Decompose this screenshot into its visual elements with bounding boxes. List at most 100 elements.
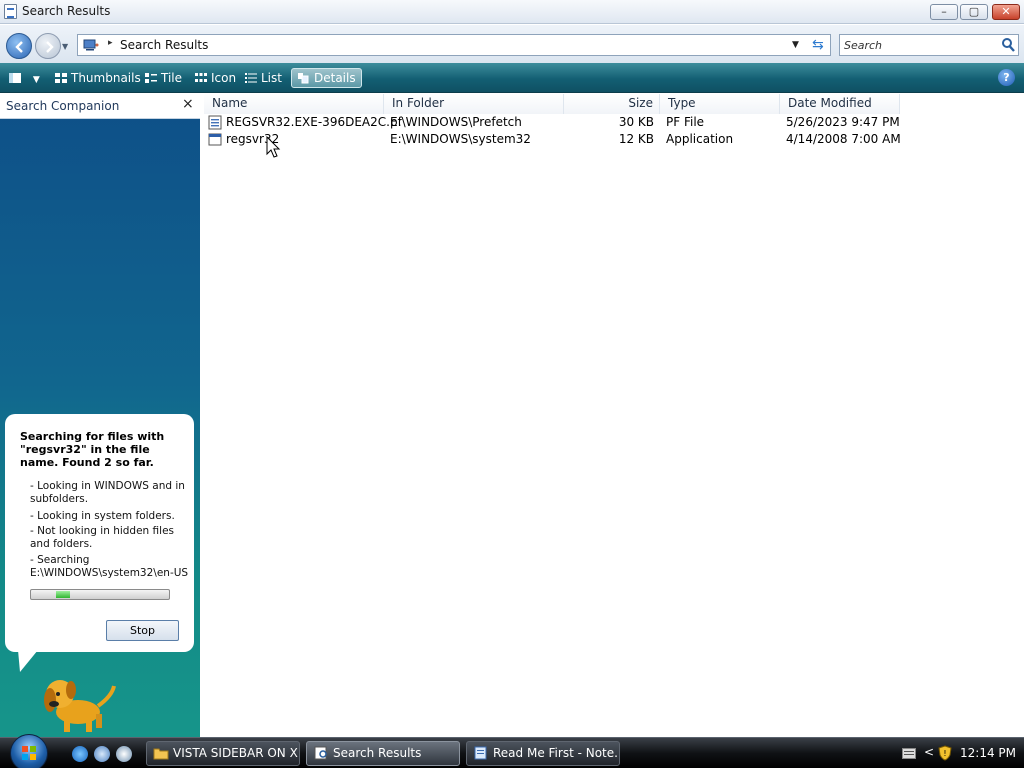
chevron-down-icon: ▼ — [32, 75, 40, 85]
tray-expand-icon[interactable]: < — [924, 745, 934, 759]
refresh-icon[interactable]: ⇆ — [812, 37, 824, 53]
file-name[interactable]: REGSVR32.EXE-396DEA2C.pf — [226, 114, 402, 131]
arrow-right-icon — [46, 41, 54, 53]
view-details-button[interactable]: Details — [291, 68, 362, 88]
clock: 12:14 PM — [960, 746, 1016, 760]
maximize-button[interactable]: ▢ — [960, 4, 988, 20]
help-button[interactable]: ? — [998, 69, 1015, 86]
internet-explorer-icon[interactable] — [72, 746, 88, 762]
arrow-left-icon — [15, 41, 23, 53]
layout-menu-button[interactable]: ▼ — [8, 68, 40, 88]
view-tile-label: Tile — [161, 71, 183, 85]
search-progress-bar — [30, 589, 170, 600]
search-results-icon — [314, 746, 327, 760]
file-size: 12 KB — [618, 132, 654, 146]
search-status-line: - Looking in system folders. — [30, 510, 175, 522]
column-name[interactable]: Name — [204, 94, 384, 114]
column-date-modified[interactable]: Date Modified — [780, 94, 900, 114]
list-icon — [245, 72, 257, 83]
column-type[interactable]: Type — [660, 94, 780, 114]
windows-logo-icon — [22, 746, 36, 760]
history-dropdown-icon[interactable]: ▼ — [62, 42, 68, 51]
toolbar: ▼ Thumbnails Tile Icon List Details ? — [0, 63, 1024, 93]
view-list-button[interactable]: List — [244, 68, 282, 88]
task-label: Search Results — [333, 746, 422, 760]
task-search-results[interactable]: Search Results — [306, 741, 460, 766]
file-folder: E:\WINDOWS\system32 — [390, 132, 531, 146]
file-size: 30 KB — [618, 115, 654, 129]
task-label: VISTA SIDEBAR ON XP — [173, 746, 300, 760]
start-button[interactable] — [10, 734, 48, 768]
notepad-icon — [474, 746, 487, 760]
view-thumbnails-button[interactable]: Thumbnails — [54, 68, 141, 88]
close-button[interactable]: ✕ — [992, 4, 1020, 20]
breadcrumb-chevron-icon[interactable]: ▸ — [108, 38, 113, 48]
minimize-button[interactable]: – — [930, 4, 958, 20]
search-companion-title: Search Companion — [6, 99, 120, 113]
search-box[interactable] — [839, 34, 1019, 56]
file-date: 5/26/2023 9:47 PM — [786, 115, 900, 129]
window-title: Search Results — [22, 4, 111, 18]
search-icon[interactable] — [1000, 37, 1016, 53]
search-companion-header: Search Companion × — [0, 94, 200, 119]
search-progress-fill — [55, 591, 70, 598]
view-icon-label: Icon — [211, 71, 237, 85]
details-icon — [298, 72, 309, 83]
address-bar[interactable]: ▸ Search Results ▼ ⇆ — [77, 34, 831, 56]
view-icon-button[interactable]: Icon — [194, 68, 236, 88]
search-dog-icon[interactable] — [38, 672, 118, 734]
bubble-tail — [9, 650, 39, 672]
search-status-line: - Not looking in hidden files and folder… — [30, 525, 175, 550]
close-icon: ✕ — [1001, 5, 1011, 18]
view-thumbnails-label: Thumbnails — [71, 71, 141, 85]
security-shield-icon[interactable]: ! — [938, 745, 952, 761]
maximize-icon: ▢ — [968, 5, 980, 18]
task-label: Read Me First - Note... — [493, 746, 620, 760]
layout-icon — [9, 72, 21, 83]
thumbnails-icon — [55, 72, 67, 83]
file-row[interactable]: REGSVR32.EXE-396DEA2C.pf E:\WINDOWS\Pref… — [204, 114, 904, 131]
file-date: 4/14/2008 7:00 AM — [786, 132, 901, 146]
close-pane-icon[interactable]: × — [182, 96, 194, 112]
window-icon — [4, 4, 17, 19]
search-companion-pane: Search Companion × Searching for files w… — [0, 94, 200, 737]
stop-button[interactable]: Stop — [106, 620, 179, 641]
view-tile-button[interactable]: Tile — [144, 68, 182, 88]
keyboard-icon[interactable] — [902, 748, 916, 759]
svg-text:!: ! — [943, 749, 946, 758]
file-type: Application — [666, 132, 734, 146]
application-icon — [208, 133, 222, 146]
address-dropdown-icon[interactable]: ▼ — [792, 40, 799, 50]
file-folder: E:\WINDOWS\Prefetch — [390, 115, 522, 129]
folder-icon — [153, 748, 169, 760]
file-type: PF File — [666, 115, 705, 129]
column-in-folder[interactable]: In Folder — [384, 94, 564, 114]
media-player-icon[interactable] — [116, 746, 132, 762]
taskbar: VISTA SIDEBAR ON XP Search Results Read … — [0, 734, 1024, 768]
search-input[interactable] — [844, 37, 994, 53]
mouse-pointer-icon — [266, 136, 281, 158]
results-list: Name In Folder Size Type Date Modified R… — [200, 94, 1024, 737]
column-size[interactable]: Size — [564, 94, 660, 114]
ie-quicklaunch-icon[interactable] — [94, 746, 110, 762]
tile-icon — [145, 72, 157, 83]
view-list-label: List — [261, 71, 282, 85]
task-notepad[interactable]: Read Me First - Note... — [466, 741, 620, 766]
pf-file-icon — [208, 115, 222, 130]
task-vista-sidebar[interactable]: VISTA SIDEBAR ON XP — [146, 741, 300, 766]
view-details-label: Details — [314, 71, 356, 85]
computer-icon — [83, 39, 99, 51]
forward-button[interactable] — [35, 33, 61, 59]
search-status-line: - Searching E:\WINDOWS\system32\en-US — [30, 554, 189, 579]
column-header-row: Name In Folder Size Type Date Modified — [204, 94, 904, 114]
icon-view-icon — [195, 72, 207, 82]
address-path[interactable]: Search Results — [120, 38, 208, 52]
file-row[interactable]: regsvr32 E:\WINDOWS\system32 12 KB Appli… — [204, 131, 904, 148]
title-bar: Search Results – ▢ ✕ — [0, 0, 1024, 24]
search-status-line: - Looking in WINDOWS and in subfolders. — [30, 480, 185, 505]
back-button[interactable] — [6, 33, 32, 59]
system-tray: < ! 12:14 PM — [896, 738, 1024, 768]
search-status-headline: Searching for files with "regsvr32" in t… — [20, 430, 165, 469]
address-row: ▼ ▸ Search Results ▼ ⇆ — [0, 25, 1024, 63]
status-bubble: Searching for files with "regsvr32" in t… — [5, 414, 194, 652]
